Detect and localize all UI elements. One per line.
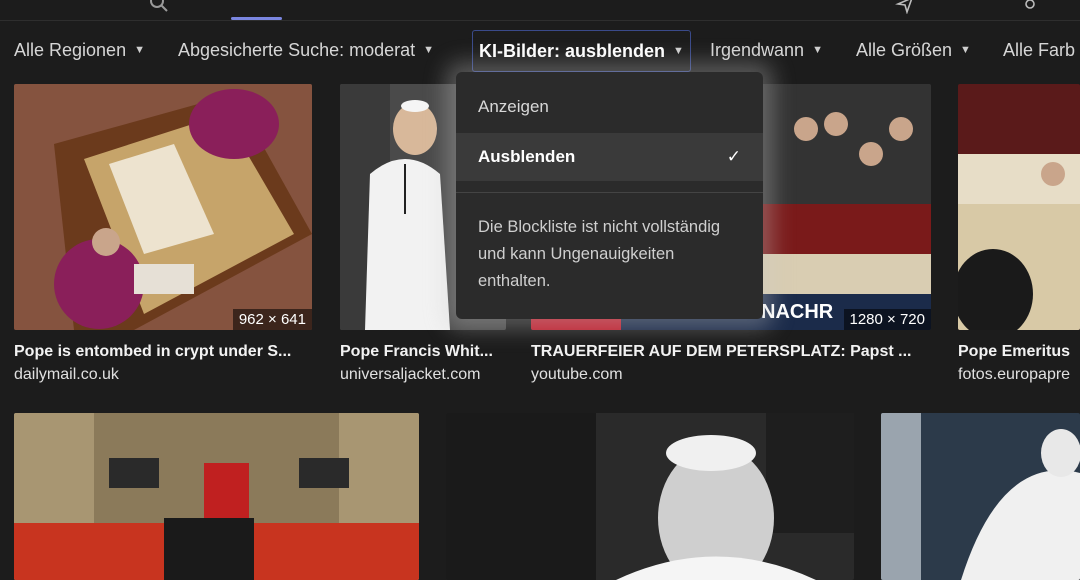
image-dimensions: 962 × 641 [232,309,312,330]
dropdown-divider [456,192,763,193]
image-overlay-text: NACHR [761,301,834,323]
filter-ai-images[interactable]: KI-Bilder: ausblenden ▼ [472,30,691,72]
settings-icon[interactable] [1020,0,1040,14]
chevron-down-icon: ▼ [812,44,823,56]
active-tab-indicator [231,17,282,20]
pope-bw-photo [446,413,854,580]
blocklist-note: Die Blockliste ist nicht vollständig und… [478,218,721,290]
chat-icon[interactable] [895,0,915,14]
result-image[interactable] [881,413,1080,580]
filter-ai-images-label: KI-Bilder: ausblenden [479,40,666,61]
checkmark-icon: ✓ [726,147,741,166]
filter-size-label: Alle Größen [856,39,953,60]
entombment-photo [14,84,312,330]
filter-bar: Alle Regionen ▼ Abgesicherte Suche: mode… [0,30,1080,72]
filter-color-label: Alle Farb [1003,39,1076,60]
basilica-procession-photo [14,413,419,580]
dropdown-option-show-label: Anzeigen [478,97,549,116]
pope-puffer-jacket-photo [881,413,1080,580]
search-icon[interactable] [148,0,170,14]
result-image[interactable] [446,413,854,580]
result-title[interactable]: Pope is entombed in crypt under S... [14,343,291,361]
result-source[interactable]: fotos.europapre [958,366,1070,384]
ai-images-dropdown: Anzeigen Ausblenden ✓ Die Blockliste ist… [456,72,763,319]
filter-size[interactable]: Alle Größen ▼ [856,30,971,70]
result-image[interactable] [14,413,419,580]
filter-safe-search[interactable]: Abgesicherte Suche: moderat ▼ [178,30,434,70]
chevron-down-icon: ▼ [960,44,971,56]
dropdown-option-hide[interactable]: Ausblenden ✓ [456,133,763,181]
filter-region[interactable]: Alle Regionen ▼ [14,30,145,70]
dropdown-option-show[interactable]: Anzeigen [456,83,763,131]
result-source[interactable]: universaljacket.com [340,366,481,384]
chevron-down-icon: ▼ [673,45,684,57]
image-dimensions: 1280 × 720 [843,309,931,330]
chevron-down-icon: ▼ [423,44,435,56]
result-source[interactable]: youtube.com [531,366,623,384]
top-navigation [0,0,1080,21]
pope-emeritus-photo [958,84,1080,330]
filter-color[interactable]: Alle Farb [1003,30,1075,70]
filter-safe-search-label: Abgesicherte Suche: moderat [178,39,416,60]
result-source[interactable]: dailymail.co.uk [14,366,119,384]
chevron-down-icon: ▼ [134,44,145,56]
dropdown-option-hide-label: Ausblenden [478,147,576,166]
result-image[interactable] [958,84,1080,330]
result-title[interactable]: Pope Francis Whit... [340,343,493,361]
result-image[interactable]: 962 × 641 [14,84,312,330]
filter-region-label: Alle Regionen [14,39,127,60]
filter-time[interactable]: Irgendwann ▼ [710,30,823,70]
filter-time-label: Irgendwann [710,39,805,60]
result-title[interactable]: Pope Emeritus [958,343,1070,361]
result-title[interactable]: TRAUERFEIER AUF DEM PETERSPLATZ: Papst .… [531,343,911,361]
